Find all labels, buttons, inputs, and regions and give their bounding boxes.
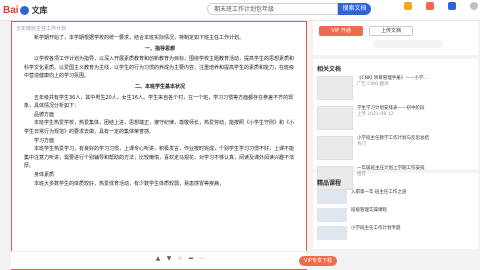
related-title: 相关文档	[317, 66, 342, 73]
course-thumbnail	[317, 190, 347, 204]
document-title: 五年级班主任工作计划	[16, 26, 67, 32]
star-icon[interactable]: ☆	[177, 256, 183, 262]
search-button[interactable]: 搜索文档	[338, 3, 371, 15]
course-thumbnail	[317, 226, 347, 240]
paw-icon	[19, 5, 29, 15]
list-item-text: 一年级班主任计划上学期工作安排 推荐	[357, 166, 425, 190]
list-item-title: 一年级班主任计划上学期工作安排	[357, 166, 425, 171]
avatar	[470, 2, 478, 10]
logo-text: Bai	[3, 4, 19, 16]
list-item-meta: 热门	[357, 142, 366, 147]
list-item[interactable]: 《CNKI 项目管理手册》——小学… 广告 CNKI 翻译	[317, 76, 474, 100]
subsection-heading: 身体素质	[34, 171, 55, 178]
list-item[interactable]: 小学班主任教学工作计划与反思总结 热门	[317, 136, 474, 160]
list-item[interactable]: 学生学习计划安排表——初中阶段 上传 2021-08-12	[317, 106, 474, 130]
nav-item-user[interactable]	[466, 2, 480, 11]
search-input[interactable]: 期末班工作计划包年级	[207, 3, 338, 15]
subsection-heading: 学习方面	[34, 137, 55, 144]
nav-item-upload[interactable]	[422, 2, 438, 11]
list-item-title: 小学班主任教学工作计划与反思总结	[357, 136, 429, 141]
list-item-text: 《CNKI 项目管理手册》——小学… 广告 CNKI 翻译	[357, 76, 428, 100]
section-heading: 二、本班学生基本状况	[134, 83, 185, 90]
document-paragraph: 五年级共有学生36人，其中男生20人，女生16人。学生来自各个村，在一个班，学习…	[24, 94, 294, 110]
logo-subtext: 文库	[31, 5, 48, 15]
right-sidebar: VIP 开通 上传文档 相关文档 《CNKI 项目管理手册》——小学… 广告 C…	[313, 21, 478, 253]
document-paragraph: 本班大多数学生的体质较好，热爱体育活动，有少数学生体质较弱，易患感冒等疾病，	[34, 180, 225, 187]
thumbs-down-icon[interactable]: ▼	[166, 256, 172, 262]
course-title: 班级管理实操课程	[351, 208, 387, 213]
document-paragraph: 本班学生热爱学校，热爱集体，团结上进，思想端正，遵守纪律，尊敬师长，热爱劳动，能…	[24, 120, 295, 135]
list-item-text: 小学班主任教学工作计划与反思总结 热门	[357, 136, 429, 160]
thumbs-up-icon[interactable]: ▲	[155, 256, 161, 262]
subsection-heading: 品德方面	[34, 111, 55, 118]
page-controls: ▲ ▼ ☆ ➦ ⋯	[155, 256, 205, 262]
upload-icon	[426, 2, 434, 10]
list-item-meta: 广告 CNKI 翻译	[357, 82, 389, 87]
vip-button[interactable]: VIP 开通	[319, 26, 363, 36]
nav-item-client[interactable]	[444, 2, 460, 11]
document-viewer: 五年级班主任工作计划 新学期开始了，本学期根据学校的统一要求，结合本班实际情况，…	[11, 21, 307, 270]
course-thumbnail	[317, 208, 347, 222]
more-icon[interactable]: ⋯	[199, 256, 205, 262]
list-item-meta: 推荐	[357, 172, 366, 177]
upload-button[interactable]: 上传文档	[369, 26, 413, 36]
document-toolbar: ▲ ▼ ☆ ➦ ⋯ VIP专享下载	[11, 251, 337, 269]
download-button[interactable]: VIP专享下载	[299, 256, 337, 266]
header-nav	[400, 2, 480, 11]
course-item[interactable]: 入职第一年·班主任工作之道	[317, 190, 474, 204]
vip-icon	[404, 2, 412, 10]
section-heading: 一、指导思想	[144, 45, 175, 52]
doc-thumbnail	[317, 106, 353, 130]
document-paragraph: 新学期开始了，本学期根据学校的统一要求，结合本班实际情况，特制定如下班主任工作计…	[34, 35, 245, 41]
course-title: 小学班主任工作计划专题	[351, 226, 401, 231]
document-paragraph: 以学校各项工作计划为指导，以深入开展素质教育和创新教育为目标，围绕学校主题教育活…	[24, 56, 295, 80]
doc-thumbnail	[317, 136, 353, 160]
sidebar-action-card: VIP 开通 上传文档	[313, 21, 478, 55]
document-body: 新学期开始了，本学期根据学校的统一要求，结合本班实际情况，特制定如下班主任工作计…	[12, 32, 306, 188]
course-item[interactable]: 班级管理实操课程	[317, 208, 474, 222]
doc-thumbnail	[317, 76, 353, 100]
course-title: 入职第一年·班主任工作之道	[351, 190, 407, 195]
baidu-wenku-logo[interactable]: Bai 文库	[3, 3, 48, 17]
nav-item-vip[interactable]	[400, 2, 416, 11]
list-item-text: 学生学习计划安排表——初中阶段 上传 2021-08-12	[357, 106, 425, 130]
top-navigation-bar: Bai 文库 期末班工作计划包年级 搜索文档	[0, 0, 480, 21]
client-icon	[448, 2, 456, 10]
course-item[interactable]: 小学班主任工作计划专题	[317, 226, 474, 240]
list-item-meta: 上传 2021-08-12	[357, 112, 394, 117]
share-icon[interactable]: ➦	[188, 256, 194, 262]
sidebar-pill[interactable]	[373, 40, 443, 48]
related-docs-card: 相关文档 《CNKI 项目管理手册》——小学… 广告 CNKI 翻译 学生学习计…	[313, 59, 478, 190]
document-paragraph: 本班学生热爱学习，有良好的学习习惯，上课专心听讲，积极发言，作业按时完成，个别学…	[24, 146, 295, 170]
